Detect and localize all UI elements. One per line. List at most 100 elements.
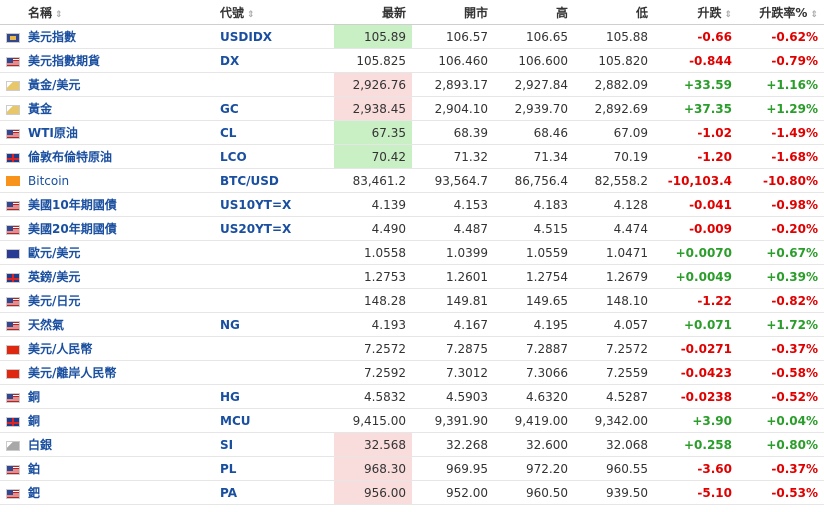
col-low-header[interactable]: 低: [574, 0, 654, 25]
instrument-name-link[interactable]: 美元指數期貨: [28, 54, 100, 68]
high-price-cell: 1.2754: [494, 264, 574, 289]
high-price-cell: 9,419.00: [494, 408, 574, 433]
last-price-cell: 9,415.00: [334, 408, 412, 433]
instrument-name-link[interactable]: 美元/日元: [28, 294, 80, 308]
change-percent-cell: -0.53%: [738, 480, 824, 505]
instrument-name-cell: 倫敦布倫特原油: [0, 144, 214, 169]
instrument-name-link[interactable]: WTI原油: [28, 126, 78, 140]
instrument-name-link[interactable]: 銅: [28, 390, 40, 404]
instrument-name-cell: 英鎊/美元: [0, 264, 214, 289]
instrument-name-link[interactable]: 鉑: [28, 462, 40, 476]
instrument-code-cell: SI: [214, 432, 334, 457]
instrument-name-link[interactable]: 白銀: [28, 438, 52, 452]
low-price-cell: 4.128: [574, 192, 654, 217]
sort-icon[interactable]: ⇕: [247, 10, 255, 20]
open-price-cell: 32.268: [412, 432, 494, 457]
instrument-code-link[interactable]: PA: [220, 486, 237, 500]
low-price-cell: 4.057: [574, 312, 654, 337]
sort-icon[interactable]: ⇕: [724, 10, 732, 20]
instrument-name-link[interactable]: 美國10年期國債: [28, 198, 117, 212]
instrument-name-link[interactable]: 美元/離岸人民幣: [28, 366, 116, 380]
change-cell: -5.10: [654, 480, 738, 505]
high-price-cell: 106.600: [494, 48, 574, 73]
instrument-code-cell: [214, 288, 334, 313]
us-flag-icon: [6, 464, 20, 475]
instrument-name-link[interactable]: 英鎊/美元: [28, 270, 80, 284]
change-percent-cell: +0.80%: [738, 432, 824, 457]
instrument-code-cell: GC: [214, 96, 334, 121]
instrument-name-link[interactable]: 鈀: [28, 486, 40, 500]
col-name-header[interactable]: 名稱 ⇕: [0, 0, 214, 25]
sort-icon[interactable]: ⇕: [810, 10, 818, 20]
instrument-name-link[interactable]: 黃金: [28, 102, 52, 116]
last-price-cell: 105.89: [334, 24, 412, 49]
instrument-code-cell: [214, 240, 334, 265]
low-price-cell: 67.09: [574, 120, 654, 145]
table-row: 歐元/美元 1.0558 1.0399 1.0559 1.0471 +0.0070 +0.6…: [0, 240, 824, 265]
last-price-cell: 148.28: [334, 288, 412, 313]
instrument-code-link[interactable]: DX: [220, 54, 239, 68]
open-price-cell: 952.00: [412, 480, 494, 505]
open-price-cell: 93,564.7: [412, 168, 494, 193]
instrument-code-link[interactable]: PL: [220, 462, 236, 476]
instrument-name-link[interactable]: 倫敦布倫特原油: [28, 150, 112, 164]
instrument-code-link[interactable]: CL: [220, 126, 236, 140]
instrument-code-link[interactable]: BTC/USD: [220, 174, 279, 188]
instrument-code-link[interactable]: GC: [220, 102, 239, 116]
instrument-name-link[interactable]: 美元/人民幣: [28, 342, 92, 356]
col-pct-header[interactable]: 升跌率% ⇕: [738, 0, 824, 25]
instrument-name-link[interactable]: 天然氣: [28, 318, 64, 332]
col-change-header[interactable]: 升跌 ⇕: [654, 0, 738, 25]
sort-icon[interactable]: ⇕: [55, 10, 63, 20]
instrument-name-link[interactable]: 黃金/美元: [28, 78, 80, 92]
change-percent-cell: +0.04%: [738, 408, 824, 433]
instrument-code-link[interactable]: LCO: [220, 150, 247, 164]
instrument-code-link[interactable]: US20YT=X: [220, 222, 291, 236]
instrument-code-link[interactable]: SI: [220, 438, 233, 452]
instrument-code-link[interactable]: USDIDX: [220, 30, 272, 44]
uk-flag-icon: [6, 416, 20, 427]
instrument-name-link[interactable]: 美元指數: [28, 30, 76, 44]
instrument-code-link[interactable]: US10YT=X: [220, 198, 291, 212]
instrument-code-link[interactable]: NG: [220, 318, 240, 332]
instrument-code-link[interactable]: HG: [220, 390, 240, 404]
low-price-cell: 2,892.69: [574, 96, 654, 121]
change-cell: +37.35: [654, 96, 738, 121]
low-price-cell: 82,558.2: [574, 168, 654, 193]
high-price-cell: 4.183: [494, 192, 574, 217]
open-price-cell: 7.3012: [412, 360, 494, 385]
instrument-name-link[interactable]: 銅: [28, 414, 40, 428]
instrument-name-link[interactable]: Bitcoin: [28, 174, 69, 188]
col-last-header[interactable]: 最新: [334, 0, 412, 25]
instrument-code-link[interactable]: MCU: [220, 414, 251, 428]
high-price-cell: 68.46: [494, 120, 574, 145]
open-price-cell: 2,904.10: [412, 96, 494, 121]
cn-flag-icon: [6, 368, 20, 379]
change-percent-cell: -0.52%: [738, 384, 824, 409]
instrument-name-link[interactable]: 美國20年期國債: [28, 222, 117, 236]
change-cell: +0.258: [654, 432, 738, 457]
instrument-code-cell: MCU: [214, 408, 334, 433]
us-flag-icon: [6, 392, 20, 403]
change-cell: -0.0238: [654, 384, 738, 409]
open-price-cell: 4.167: [412, 312, 494, 337]
open-price-cell: 4.487: [412, 216, 494, 241]
table-row: 倫敦布倫特原油 LCO 70.42 71.32 71.34 70.19 -1.20 -1.68…: [0, 144, 824, 169]
instrument-name-cell: 美元指數期貨: [0, 48, 214, 73]
high-price-cell: 7.2887: [494, 336, 574, 361]
table-row: 鈀 PA 956.00 952.00 960.50 939.50 -5.10 -0.53%: [0, 480, 824, 505]
last-price-cell: 105.825: [334, 48, 412, 73]
us-flag-icon: [6, 56, 20, 67]
open-price-cell: 969.95: [412, 456, 494, 481]
change-percent-cell: -1.49%: [738, 120, 824, 145]
instrument-name-link[interactable]: 歐元/美元: [28, 246, 80, 260]
high-price-cell: 106.65: [494, 24, 574, 49]
instrument-code-cell: [214, 72, 334, 97]
open-price-cell: 149.81: [412, 288, 494, 313]
col-open-header[interactable]: 開市: [412, 0, 494, 25]
col-high-header[interactable]: 高: [494, 0, 574, 25]
last-price-cell: 956.00: [334, 480, 412, 505]
us-flag-icon: [6, 296, 20, 307]
col-code-header[interactable]: 代號 ⇕: [214, 0, 334, 25]
instrument-name-cell: 美元指數: [0, 24, 214, 49]
